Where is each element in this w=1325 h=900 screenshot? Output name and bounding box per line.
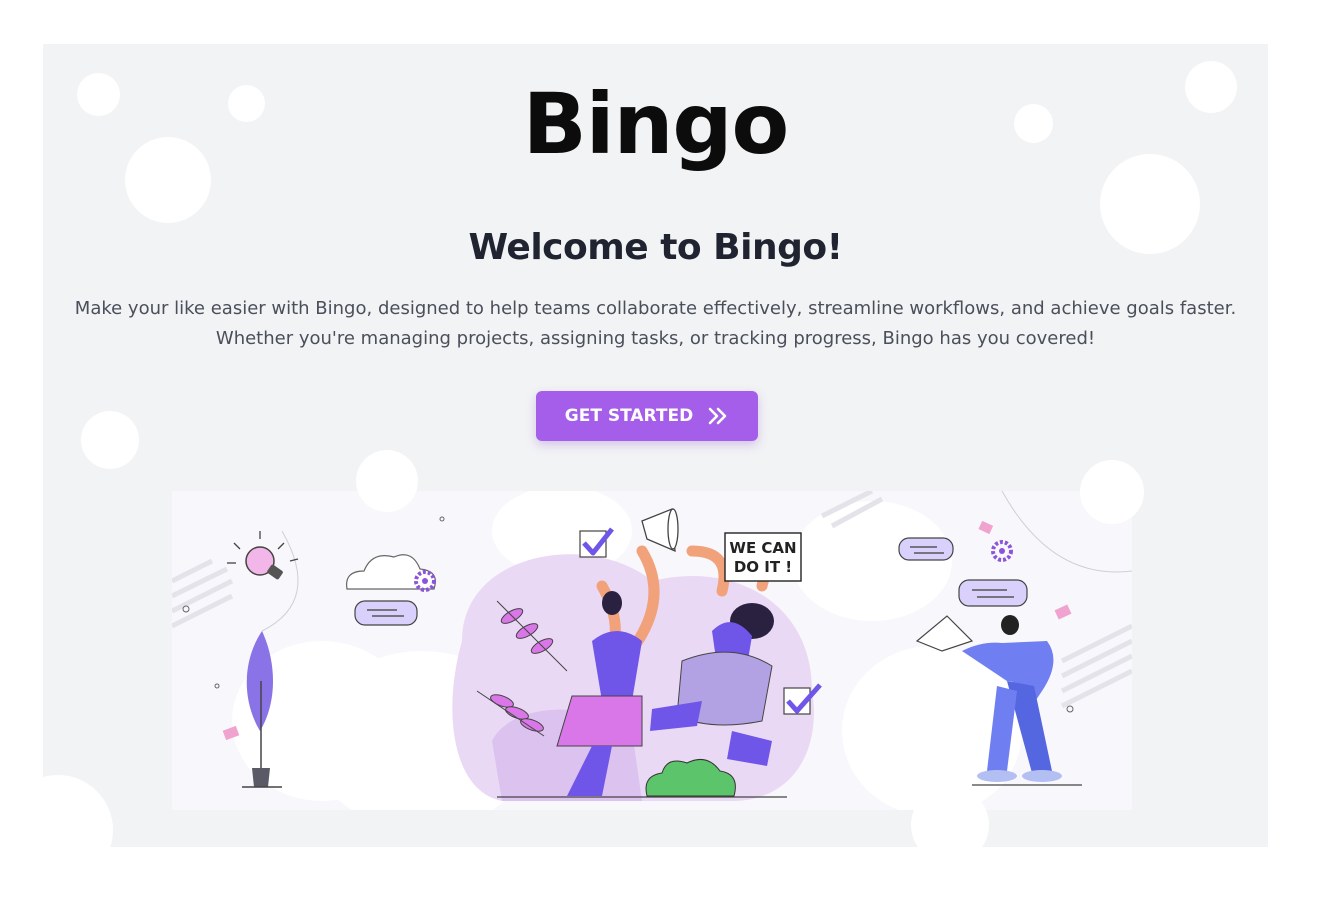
decor-bubble — [1080, 460, 1144, 524]
get-started-button[interactable]: GET STARTED — [536, 391, 758, 441]
get-started-label: GET STARTED — [564, 406, 694, 426]
decor-bubble — [81, 411, 139, 469]
sign-line-2: DO IT ! — [734, 558, 792, 576]
hero-description-line: Whether you're managing projects, assign… — [215, 328, 1096, 349]
hero-description-line: Make your like easier with Bingo, design… — [74, 298, 1237, 319]
double-chevron-right-icon — [707, 406, 729, 426]
hero-section: Bingo Welcome to Bingo! Make your like e… — [43, 44, 1268, 847]
decor-bubble — [356, 450, 418, 512]
hero-illustration: WE CAN DO IT ! — [172, 491, 1132, 810]
page-title: Welcome to Bingo! — [468, 227, 843, 268]
decor-bubble — [43, 775, 113, 847]
hero-description: Make your like easier with Bingo, design… — [73, 294, 1238, 354]
brand-logo: Bingo — [522, 75, 789, 173]
sign-line-1: WE CAN — [729, 539, 796, 557]
